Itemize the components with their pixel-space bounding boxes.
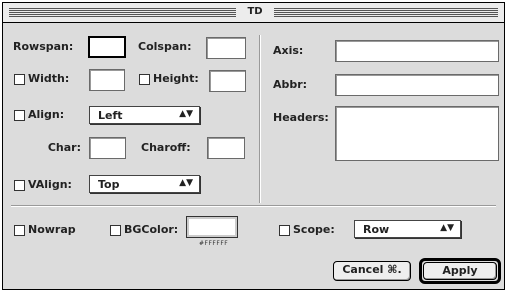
colspan-label: Colspan: [138,40,192,53]
height-label: Height: [153,72,199,85]
valign-popup-value: Top [98,178,120,191]
charoff-label: Charoff: [141,141,191,154]
headers-label: Headers: [273,111,329,124]
align-popup-value: Left [98,109,123,122]
cancel-button[interactable]: Cancel ⌘. [333,261,411,281]
valign-popup[interactable]: Top ▲▼ [89,175,200,193]
valign-label: VAlign: [28,178,72,191]
charoff-field[interactable] [207,137,245,159]
scope-popup[interactable]: Row ▲▼ [354,220,461,238]
td-dialog: TD Rowspan: Colspan: Width: Height: Alig… [2,2,505,290]
scope-popup-value: Row [363,223,390,236]
width-field[interactable] [89,69,125,91]
title-stripes-left [9,8,236,17]
abbr-field[interactable] [335,74,499,96]
colspan-field[interactable] [206,37,246,59]
updown-arrows-icon: ▲▼ [179,109,193,119]
bgcolor-hex: #FFFFFF [199,240,229,247]
updown-arrows-icon: ▲▼ [179,178,193,188]
updown-arrows-icon: ▲▼ [440,223,454,233]
apply-button[interactable]: Apply [423,262,497,280]
scope-checkbox[interactable] [279,225,290,236]
height-field[interactable] [209,70,246,92]
title-bar[interactable]: TD [3,3,504,23]
align-checkbox[interactable] [14,110,25,121]
axis-label: Axis: [273,44,304,57]
rowspan-label: Rowspan: [13,40,74,53]
width-label: Width: [28,72,70,85]
scope-label: Scope: [293,223,335,236]
horizontal-divider [11,205,496,207]
headers-textarea[interactable] [335,106,499,161]
abbr-label: Abbr: [273,78,308,91]
width-checkbox[interactable] [14,74,25,85]
height-checkbox[interactable] [139,74,150,85]
nowrap-label: Nowrap [28,223,76,236]
axis-field[interactable] [335,40,499,62]
window-title: TD [236,6,274,17]
align-popup[interactable]: Left ▲▼ [89,106,200,124]
char-label: Char: [47,141,81,154]
nowrap-checkbox[interactable] [14,225,25,236]
bgcolor-checkbox[interactable] [110,225,121,236]
bgcolor-swatch[interactable] [186,216,238,238]
char-field[interactable] [89,137,126,159]
valign-checkbox[interactable] [14,180,25,191]
align-label: Align: [28,108,65,121]
title-stripes-right [274,8,498,17]
bgcolor-label: BGColor: [124,223,179,236]
rowspan-field[interactable] [88,36,126,58]
vertical-divider [259,35,261,203]
